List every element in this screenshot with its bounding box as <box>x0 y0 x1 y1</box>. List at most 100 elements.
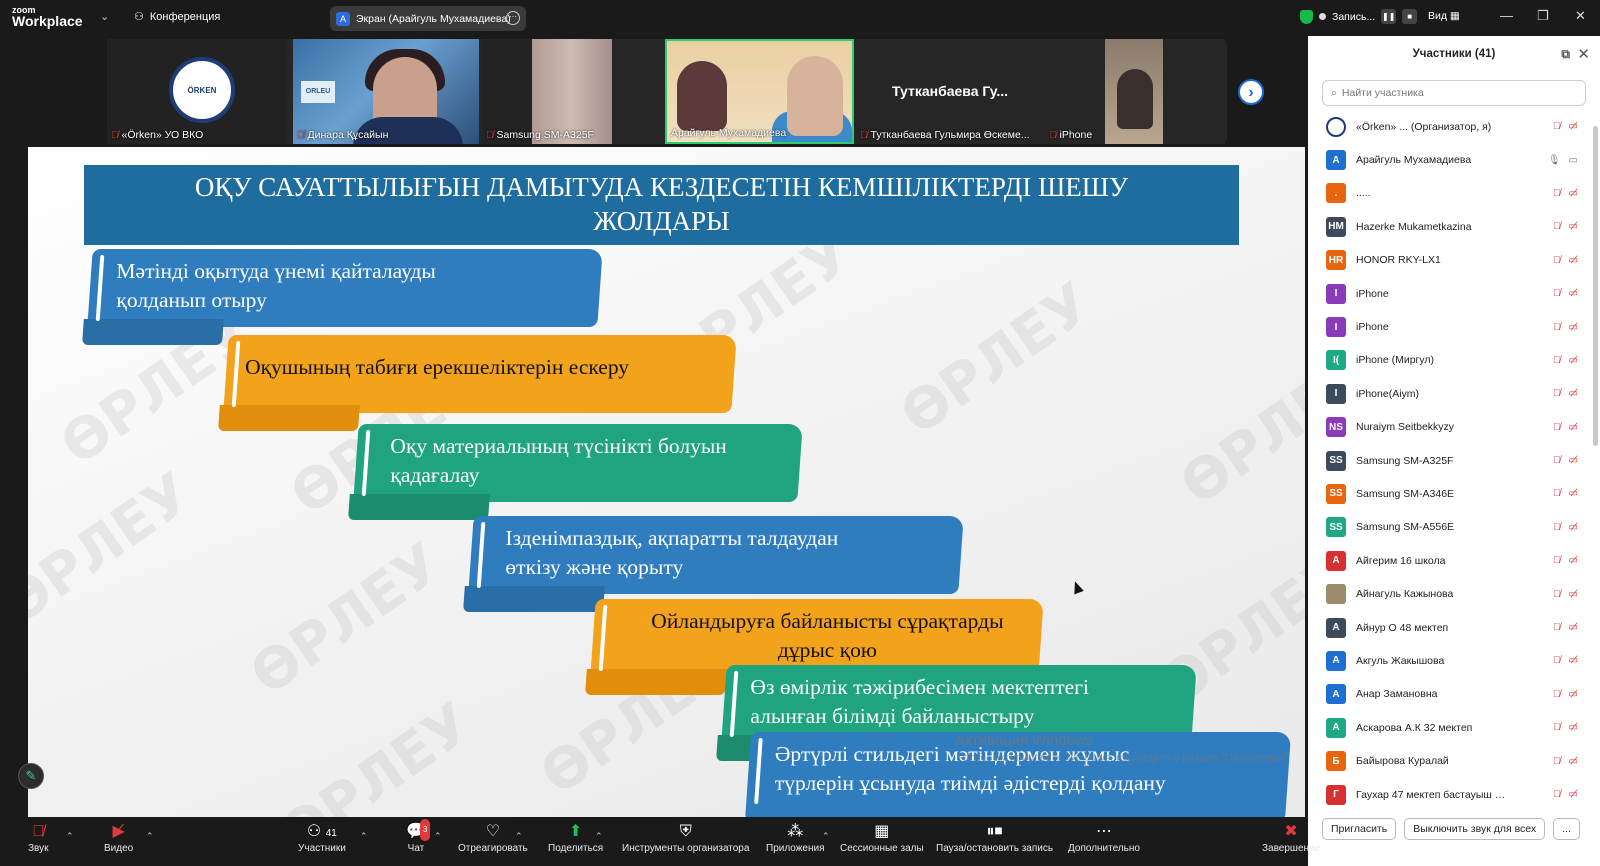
mic-muted-icon[interactable]: 🎙̸ <box>1553 355 1561 366</box>
participant-row[interactable]: NS Nuraiym Seitbekkyzy 🎙̸ ▭̸ <box>1308 411 1600 444</box>
mic-muted-icon[interactable]: 🎙̸ <box>1553 655 1561 666</box>
panel-more-button[interactable]: ... <box>1553 818 1580 840</box>
participant-row[interactable]: SS Samsung SM-A556E 🎙̸ ▭̸ <box>1308 511 1600 544</box>
title-bar: zoom Workplace ⌄ ⚇ Конференция A Экран (… <box>0 0 1600 36</box>
chat-caret-icon[interactable]: ⌃ <box>434 831 442 842</box>
person-right <box>787 56 843 136</box>
chat-button[interactable]: 💬 3 Чат <box>406 819 431 854</box>
video-tile-iphone[interactable]: 🎙̸ iPhone <box>1045 39 1225 144</box>
share-label: Экран (Арайгуль Мухамадиева) <box>356 12 511 25</box>
mic-muted-icon[interactable]: 🎙̸ <box>1553 488 1561 499</box>
mic-muted-icon[interactable]: 🎙̸ <box>1553 555 1561 566</box>
audio-button[interactable]: 🎙̸ Звук <box>28 821 49 854</box>
participant-row[interactable]: IiPhone(Aiym) 🎙̸ ▭̸ <box>1308 377 1600 410</box>
participant-row[interactable]: I(iPhone (Миргул) 🎙̸ ▭̸ <box>1308 344 1600 377</box>
more-icon[interactable]: ··· <box>506 11 520 25</box>
audio-caret-icon[interactable]: ⌃ <box>66 831 74 842</box>
close-icon[interactable]: ✕ <box>1575 8 1586 24</box>
mic-muted-icon[interactable]: 🎙̸ <box>1553 522 1561 533</box>
mic-muted-icon[interactable]: 🎙̸ <box>1553 388 1561 399</box>
participant-name: Айнагуль Кажынова <box>1356 588 1454 601</box>
participant-name: Байырова Куралай <box>1356 755 1449 768</box>
mic-muted-icon[interactable]: 🎙̸ <box>1553 288 1561 299</box>
annotate-pen-icon[interactable]: ✎ <box>18 763 44 789</box>
camera-off-icon: ▭̸ <box>1568 789 1578 800</box>
mic-muted-icon[interactable]: 🎙̸ <box>1553 255 1561 266</box>
participants-caret-icon[interactable]: ⌃ <box>360 831 368 842</box>
mic-muted-icon[interactable]: 🎙̸ <box>1553 188 1561 199</box>
video-button[interactable]: ▶̸ Видео <box>104 821 133 854</box>
orken-logo: ÖRKEN <box>169 57 235 123</box>
participant-row[interactable]: Г Гаухар 47 мектеп бастауыш с... 🎙̸ ▭̸ <box>1308 778 1600 811</box>
mic-muted-icon[interactable]: 🎙̸ <box>1553 455 1561 466</box>
participant-row[interactable]: HR HONOR RKY-LX1 🎙̸ ▭̸ <box>1308 244 1600 277</box>
participant-row[interactable]: Айнагуль Кажынова 🎙̸ ▭̸ <box>1308 577 1600 610</box>
participant-name: «Örken» ... (Организатор, я) <box>1356 120 1492 133</box>
minimize-icon[interactable]: — <box>1500 8 1513 23</box>
mic-muted-icon[interactable]: 🎙 <box>1548 155 1561 166</box>
chevron-down-icon[interactable]: ⌄ <box>100 10 109 23</box>
mic-muted-icon[interactable]: 🎙̸ <box>1553 589 1561 600</box>
participant-row[interactable]: IiPhone 🎙̸ ▭̸ <box>1308 310 1600 343</box>
mic-muted-icon[interactable]: 🎙̸ <box>1553 722 1561 733</box>
mic-muted-icon[interactable]: 🎙̸ <box>1553 756 1561 767</box>
react-caret-icon[interactable]: ⌃ <box>515 831 523 842</box>
participant-row[interactable]: A Арайгуль Мухамадиева 🎙 ▭ <box>1308 143 1600 176</box>
participant-row[interactable]: SS Samsung SM-A325F 🎙̸ ▭̸ <box>1308 444 1600 477</box>
mic-muted-icon[interactable]: 🎙̸ <box>1553 422 1561 433</box>
participants-button[interactable]: ⚇ 41 Участники <box>298 821 346 854</box>
video-tile-orken[interactable]: ÖRKEN 🎙̸ «Örken» УО ВКО <box>107 39 287 144</box>
video-tile-tutkanbaeva[interactable]: Тутканбаева Гу... 🎙̸ Тутканбаева Гульмира… <box>856 39 1041 144</box>
apps-button[interactable]: ⁂ Приложения <box>766 821 825 854</box>
meeting-info-button[interactable]: ⚇ Конференция <box>134 10 220 24</box>
participant-row[interactable]: «Örken» ... (Организатор, я) 🎙̸ ▭̸ <box>1308 110 1600 143</box>
panel-scrollbar[interactable] <box>1593 126 1598 446</box>
participant-row[interactable]: SS Samsung SM-A346E 🎙̸ ▭̸ <box>1308 477 1600 510</box>
tile-name: 🎙̸ Динара Құсайын <box>297 129 388 141</box>
participant-row[interactable]: Б Байырова Куралай 🎙̸ ▭̸ <box>1308 744 1600 777</box>
mic-muted-icon[interactable]: 🎙̸ <box>1553 622 1561 633</box>
restore-icon[interactable]: ❐ <box>1537 8 1549 24</box>
pause-record-button[interactable]: ❚❚ <box>1381 9 1397 24</box>
participant-row[interactable]: A Аскарова А.К 32 мектеп 🎙̸ ▭̸ <box>1308 711 1600 744</box>
participant-row[interactable]: A Акгуль Жакышова 🎙̸ ▭̸ <box>1308 644 1600 677</box>
view-button[interactable]: Вид ▦ <box>1428 10 1460 22</box>
apps-caret-icon[interactable]: ⌃ <box>822 831 830 842</box>
invite-button[interactable]: Пригласить <box>1322 818 1397 840</box>
stop-record-button[interactable]: ■ <box>1402 9 1418 24</box>
next-page-button[interactable]: › <box>1238 79 1264 105</box>
mic-muted-icon[interactable]: 🎙̸ <box>1553 322 1561 333</box>
share-caret-icon[interactable]: ⌃ <box>595 831 603 842</box>
share-status-pill[interactable]: A Экран (Арайгуль Мухамадиева) ··· <box>330 6 526 31</box>
mic-muted-icon[interactable]: 🎙̸ <box>1553 221 1561 232</box>
participant-row[interactable]: HM Hazerke Mukametkazina 🎙̸ ▭̸ <box>1308 210 1600 243</box>
mic-muted-icon[interactable]: 🎙̸ <box>1553 121 1561 132</box>
participant-row[interactable]: IiPhone 🎙̸ ▭̸ <box>1308 277 1600 310</box>
participant-status-icons: 🎙̸ ▭̸ <box>1553 589 1578 600</box>
popout-icon[interactable]: ⧉ <box>1561 47 1570 62</box>
camera-off-icon: ▭̸ <box>1568 688 1578 700</box>
participant-row[interactable]: ...... 🎙̸ ▭̸ <box>1308 177 1600 210</box>
end-meeting-button[interactable]: ✖ Завершение <box>1262 821 1320 854</box>
participant-row[interactable]: A Айгерим 16 школа 🎙̸ ▭̸ <box>1308 544 1600 577</box>
person-left <box>677 61 727 131</box>
mute-all-button[interactable]: Выключить звук для всех <box>1404 818 1546 840</box>
participant-search-input[interactable]: ⌕ Найти участника <box>1322 80 1586 106</box>
more-button[interactable]: ⋯ Дополнительно <box>1068 821 1140 854</box>
pause-record-toolbar-button[interactable]: ⏸⏹ Пауза/остановить запись <box>936 821 1053 854</box>
close-panel-icon[interactable]: ✕ <box>1577 45 1590 63</box>
mic-muted-icon[interactable]: 🎙̸ <box>1553 789 1561 800</box>
item-text: дұрыс қою <box>777 638 877 662</box>
video-tile-dinara[interactable]: ORLEU 🎙̸ Динара Құсайын <box>293 39 479 144</box>
participant-row[interactable]: A Анар Замановна 🎙̸ ▭̸ <box>1308 678 1600 711</box>
video-tile-araigul[interactable]: Арайгуль Мухамадиева <box>665 39 854 144</box>
video-tile-samsung[interactable]: 🎙̸ Samsung SM-A325F <box>482 39 612 144</box>
participant-row[interactable]: A Айнур О 48 мектеп 🎙̸ ▭̸ <box>1308 611 1600 644</box>
breakout-rooms-button[interactable]: ▦ Сессионные залы <box>840 821 924 854</box>
sharer-avatar: A <box>336 11 350 26</box>
mic-muted-icon[interactable]: 🎙̸ <box>1553 689 1561 700</box>
camera-off-icon: ▭ <box>1568 154 1578 166</box>
host-tools-button[interactable]: ⛨ Инструменты организатора <box>622 821 749 854</box>
tile-name: 🎙̸ «Örken» УО ВКО <box>111 129 203 141</box>
video-caret-icon[interactable]: ⌃ <box>146 831 154 842</box>
